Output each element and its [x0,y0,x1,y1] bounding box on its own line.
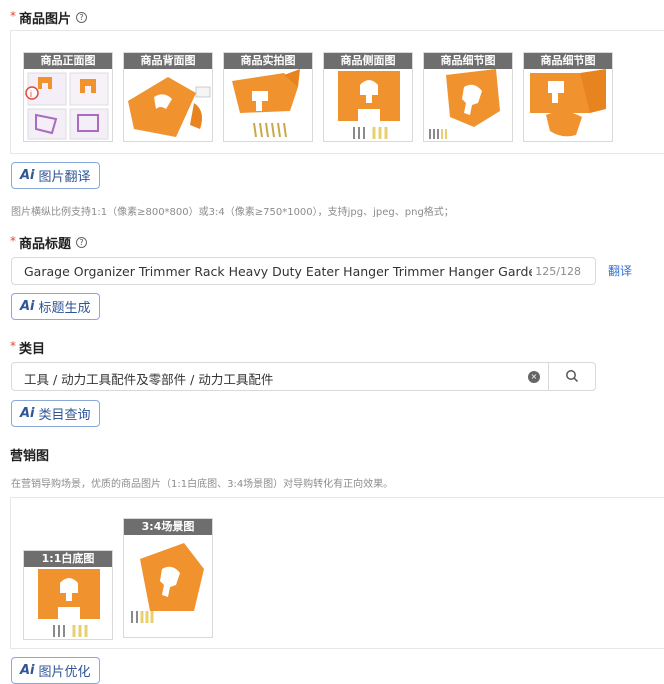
product-image [131,543,204,623]
clear-icon[interactable]: × [528,371,540,383]
image-spec-hint: 图片横纵比例支持1:1（像素≥800*800）或3:4（像素≥750*1000）… [11,207,454,218]
search-icon[interactable] [565,369,579,383]
ai-icon: Ai [20,168,35,183]
product-thumb-detail-2[interactable]: 商品细节图 [523,52,613,142]
category-value: 工具 / 动力工具配件及零部件 / 动力工具配件 [24,372,274,387]
required-mark: * [10,8,16,23]
product-thumb-back[interactable]: 商品背面图 [123,52,213,142]
product-thumb-real[interactable]: 商品实拍图 [223,52,313,142]
title-generate-button[interactable]: Ai 标题生成 [11,293,100,320]
category-query-button[interactable]: Ai 类目查询 [11,400,100,427]
marketing-hint: 在营销导购场景，优质的商品图片（1:1白底图、3:4场景图）对导购转化有正向效果… [11,479,394,490]
help-icon[interactable]: ? [76,237,88,248]
required-mark: * [10,233,16,248]
marketing-thumb-scene[interactable]: 3:4场景图 [123,518,213,638]
product-thumb-side[interactable]: 商品侧面图 [323,52,413,142]
ai-icon: Ai [20,663,35,678]
product-title-label: * 商品标题 ? [10,233,88,252]
category-label: * 类目 [10,338,46,358]
product-thumb-front[interactable]: 商品正面图 i [23,52,113,142]
char-count: 125/128 [535,265,581,278]
product-thumb-detail-1[interactable]: 商品细节图 [423,52,513,142]
image-translate-button[interactable]: Ai 图片翻译 [11,162,100,189]
category-select[interactable]: 工具 / 动力工具配件及零部件 / 动力工具配件 × [11,362,596,391]
ai-icon: Ai [20,299,35,314]
divider [548,363,549,390]
translate-link[interactable]: 翻译 [608,262,632,279]
image-optimize-button[interactable]: Ai 图片优化 [11,657,100,684]
required-mark: * [10,338,16,353]
marketing-thumb-white-bg[interactable]: 1:1白底图 [23,550,113,640]
help-icon[interactable]: ? [76,12,88,23]
ai-icon: Ai [20,406,35,421]
product-images-label: * 商品图片 ? [10,8,88,27]
svg-text:i: i [30,89,32,99]
marketing-images-panel: 1:1白底图 3:4场景图 [10,497,664,649]
marketing-label: 营销图 [10,449,50,464]
product-title-value[interactable]: Garage Organizer Trimmer Rack Heavy Duty… [24,264,532,279]
product-images-panel: 商品正面图 i 商品背面图 商品实拍图 商品侧面图 商品细节图 商品细节图 [10,30,664,154]
product-title-input[interactable]: Garage Organizer Trimmer Rack Heavy Duty… [11,257,596,285]
